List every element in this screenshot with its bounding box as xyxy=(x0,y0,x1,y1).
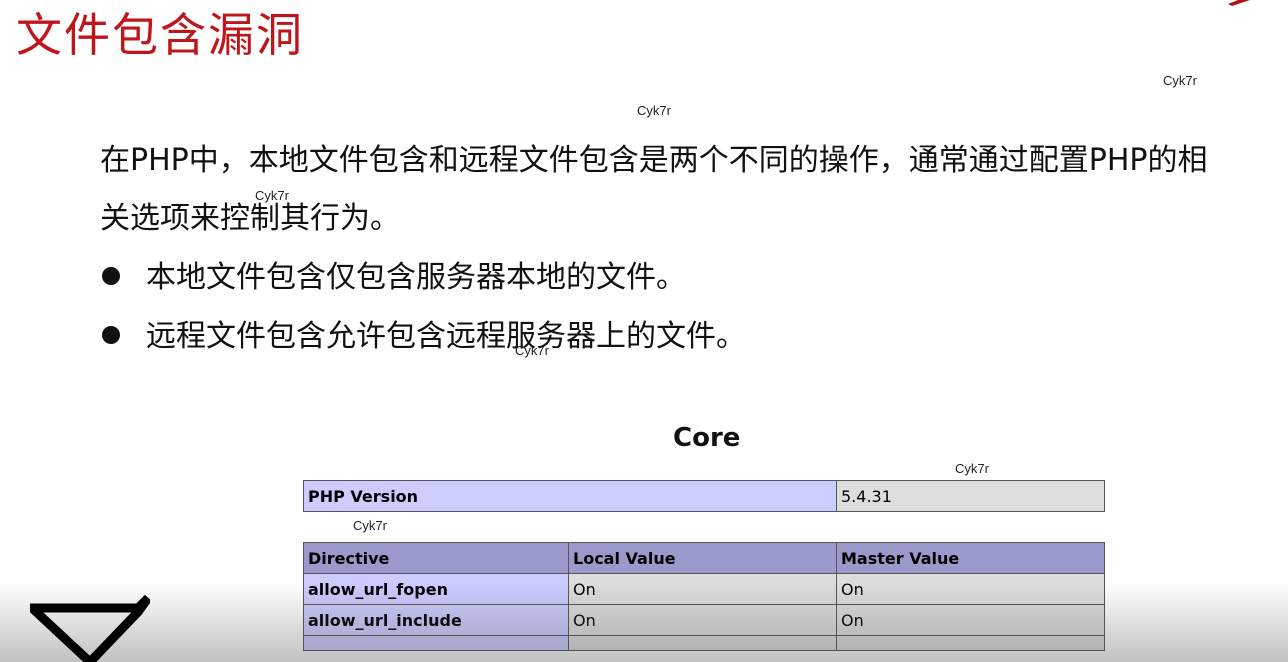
section-title: Core xyxy=(673,423,741,453)
watermark: Cyk7r xyxy=(353,518,387,533)
paragraph-line: 关选项来控制其行为。 xyxy=(100,201,400,236)
master-value: On xyxy=(836,604,1105,636)
slide-title: 文件包含漏洞 xyxy=(16,8,304,62)
watermark: Cyk7r xyxy=(1163,73,1197,88)
bullet-dot-icon xyxy=(102,325,120,344)
bullet-text: 远程文件包含允许包含远程服务器上的文件。 xyxy=(146,319,746,354)
column-header: Master Value xyxy=(836,542,1105,574)
version-value: 5.4.31 xyxy=(836,480,1105,512)
table-header-row: Directive Local Value Master Value xyxy=(303,542,1105,574)
local-value: On xyxy=(568,573,837,605)
paragraph-line: 在PHP中，本地文件包含和远程文件包含是两个不同的操作，通常通过配置PHP的相 xyxy=(100,143,1208,178)
version-label: PHP Version xyxy=(303,480,837,512)
bullet-item: 远程文件包含允许包含远程服务器上的文件。 xyxy=(102,317,746,357)
directive-name: allow_url_fopen xyxy=(303,573,569,605)
watermark: Cyk7r xyxy=(637,103,671,118)
column-header: Directive xyxy=(303,542,569,574)
master-value: On xyxy=(836,573,1105,605)
bullet-dot-icon xyxy=(102,266,120,285)
directive-name: allow_url_include xyxy=(303,604,569,636)
triangle-logo-icon xyxy=(30,594,150,662)
table-row: allow_url_include On On xyxy=(303,604,1105,636)
bullet-item: 本地文件包含仅包含服务器本地的文件。 xyxy=(102,258,686,298)
column-header: Local Value xyxy=(568,542,837,574)
directive-table: Directive Local Value Master Value allow… xyxy=(303,542,1105,651)
local-value: On xyxy=(568,604,837,636)
bullet-text: 本地文件包含仅包含服务器本地的文件。 xyxy=(146,260,686,295)
corner-logo-icon xyxy=(1228,0,1250,6)
table-row: allow_url_fopen On On xyxy=(303,573,1105,605)
table-row xyxy=(303,635,1105,651)
table-row: PHP Version 5.4.31 xyxy=(303,480,1105,512)
php-version-table: PHP Version 5.4.31 xyxy=(303,480,1105,512)
watermark: Cyk7r xyxy=(955,461,989,476)
